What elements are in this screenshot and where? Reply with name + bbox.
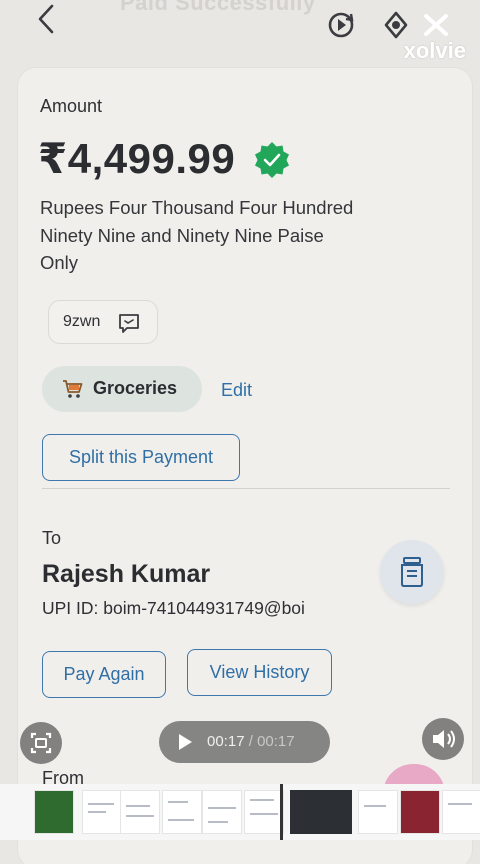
message-icon [119, 314, 139, 333]
playback-scrubber[interactable] [280, 784, 283, 840]
filmstrip-thumb[interactable] [120, 790, 160, 834]
back-arrow-icon[interactable] [30, 2, 64, 36]
replay-icon[interactable] [324, 8, 358, 42]
filmstrip-thumb[interactable] [358, 790, 398, 834]
screenshot-icon [30, 732, 52, 754]
category-chip[interactable]: Groceries [42, 366, 202, 412]
screenshot-button[interactable] [20, 722, 62, 764]
current-time: 00:17 [207, 733, 245, 750]
top-bar: Paid Successfully xolvie [0, 0, 480, 63]
payee-name: Rajesh Kumar [42, 560, 211, 588]
rotate-icon[interactable] [379, 8, 413, 42]
jar-icon [401, 557, 423, 587]
payee-upi-id: UPI ID: boim-741044931749@boi [42, 598, 305, 618]
note-text: 9zwn [63, 313, 101, 330]
video-player-controls[interactable]: 00:17 / 00:17 [159, 721, 330, 763]
filmstrip-thumb[interactable] [244, 790, 284, 834]
video-filmstrip[interactable] [0, 784, 480, 840]
filmstrip-thumb[interactable] [34, 790, 74, 834]
time-separator: / [248, 733, 253, 750]
filmstrip-thumb[interactable] [400, 790, 440, 834]
xolvie-logo-icon [424, 14, 448, 36]
amount-value: ₹4,499.99 [38, 135, 236, 182]
playback-time: 00:17 / 00:17 [207, 733, 295, 750]
amount-in-words: Rupees Four Thousand Four Hundred Ninety… [40, 197, 354, 273]
save-jar-button[interactable] [380, 540, 444, 604]
volume-button[interactable] [422, 718, 464, 760]
split-payment-button[interactable]: Split this Payment [42, 434, 240, 481]
edit-category-link[interactable]: Edit [221, 380, 252, 401]
brand-logo: xolvie [403, 38, 466, 63]
page-title: Paid Successfully [120, 0, 316, 15]
note-chip[interactable]: 9zwn [48, 300, 158, 344]
play-icon[interactable] [175, 732, 195, 752]
filmstrip-thumb[interactable] [442, 790, 480, 834]
volume-icon [433, 730, 455, 748]
category-label: Groceries [93, 378, 178, 398]
to-label: To [42, 528, 62, 548]
pay-again-button[interactable]: Pay Again [42, 651, 166, 698]
cart-icon [63, 380, 83, 398]
filmstrip-thumb[interactable] [290, 790, 352, 834]
filmstrip-thumb[interactable] [162, 790, 202, 834]
amount-label: Amount [40, 96, 103, 116]
filmstrip-thumb[interactable] [202, 790, 242, 834]
view-history-button[interactable]: View History [187, 649, 332, 696]
divider [42, 488, 450, 489]
filmstrip-thumb[interactable] [82, 790, 122, 834]
total-time: 00:17 [257, 733, 295, 750]
verified-badge-icon [255, 142, 289, 178]
